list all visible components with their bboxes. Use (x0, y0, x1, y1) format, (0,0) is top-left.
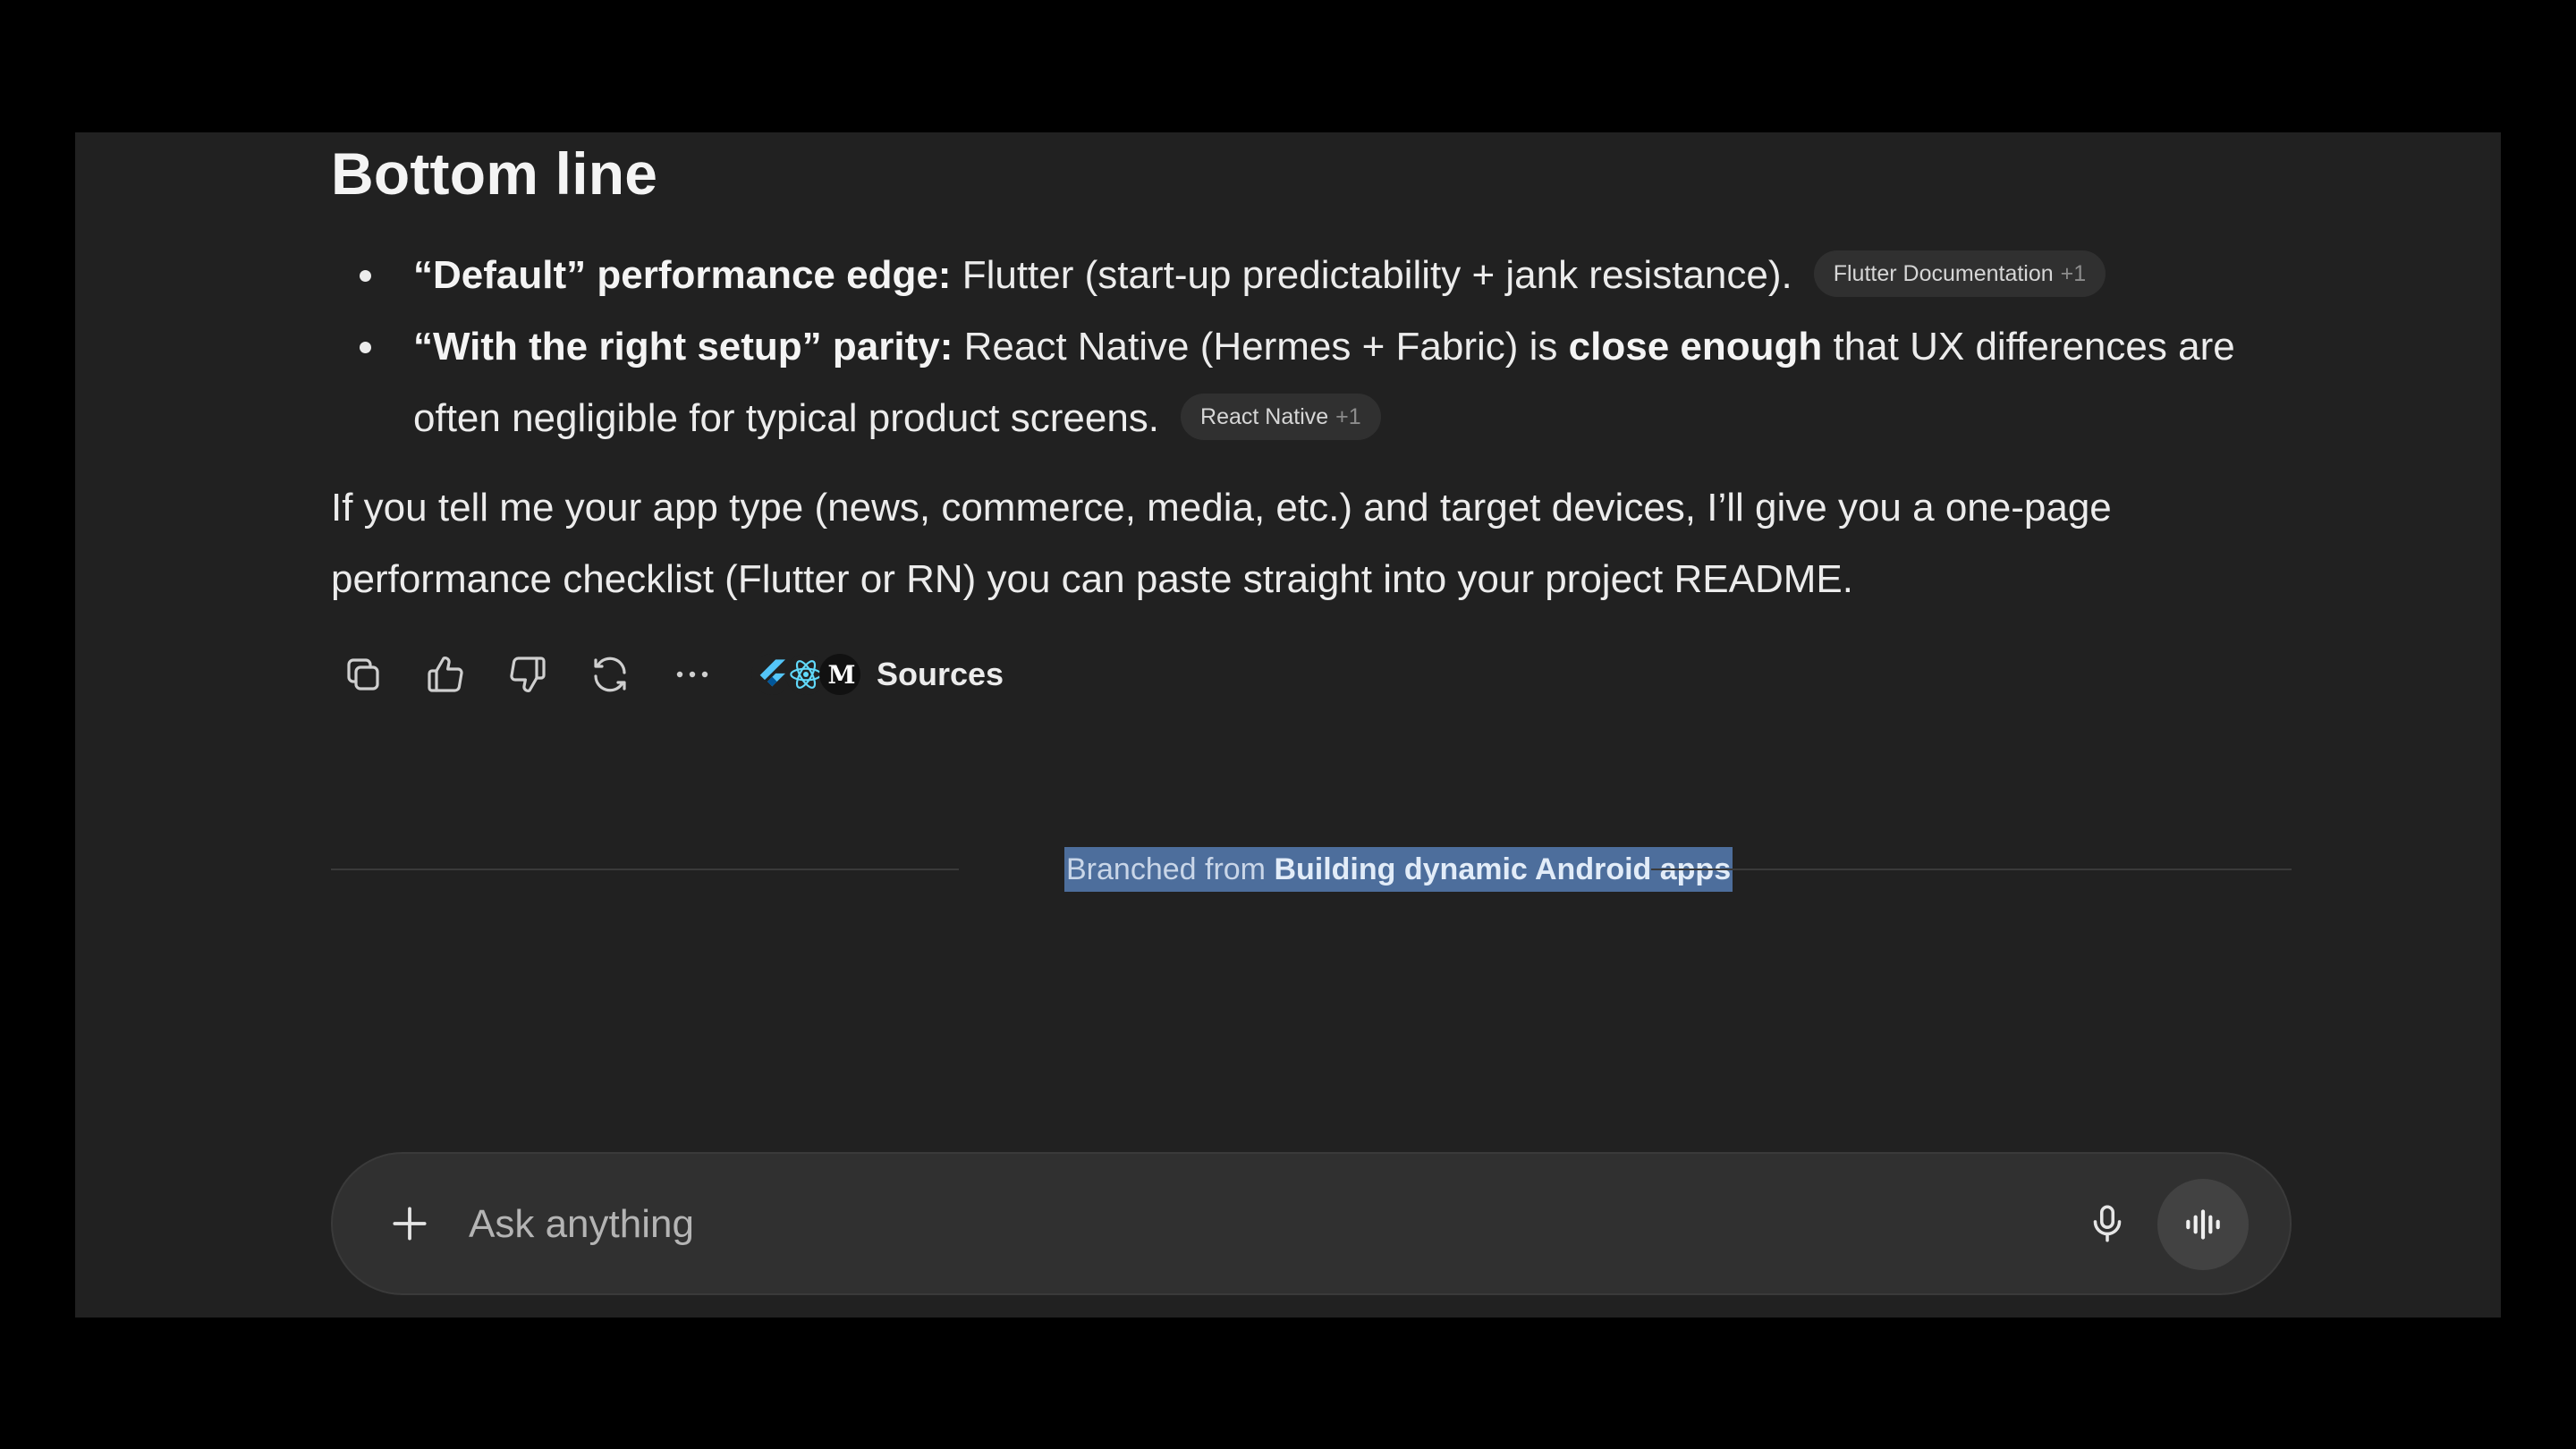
sources-button[interactable]: M Sources (751, 642, 1004, 707)
source-icons: M (751, 652, 860, 697)
bullet-item: “With the right setup” parity: React Nat… (331, 311, 2299, 454)
more-horizontal-icon (676, 671, 708, 678)
citation-count: +1 (1335, 404, 1361, 430)
message-actions: M Sources (331, 642, 1004, 707)
ask-input[interactable] (467, 1188, 2063, 1261)
bullet-text: React Native (Hermes + Fabric) is (953, 325, 1569, 369)
bullet-label: “With the right setup” parity: (413, 325, 953, 369)
branch-divider: Branched from Building dynamic Android a… (331, 840, 2292, 899)
bullet-text: Flutter (start-up predictability + jank … (951, 253, 1792, 297)
divider-line-right (1651, 869, 2292, 870)
voice-mode-button[interactable] (2157, 1179, 2249, 1270)
citation-chip-react-native[interactable]: React Native +1 (1181, 394, 1381, 441)
plus-icon (393, 1207, 427, 1241)
citation-count: +1 (2060, 261, 2087, 287)
section-heading: Bottom line (331, 140, 658, 207)
medium-icon: M (819, 654, 860, 695)
citation-label: React Native (1200, 404, 1329, 430)
dictate-button[interactable] (2073, 1190, 2141, 1258)
voice-waveform-icon (2186, 1209, 2220, 1240)
bullet-label: “Default” performance edge: (413, 253, 952, 297)
bullet-item: “Default” performance edge: Flutter (sta… (331, 240, 2299, 311)
bullet-emphasis: close enough (1568, 325, 1823, 369)
thumbs-up-icon (428, 657, 463, 692)
copy-button[interactable] (331, 642, 395, 707)
more-button[interactable] (660, 642, 724, 707)
refresh-icon (594, 657, 626, 692)
message-composer (331, 1152, 2292, 1295)
copy-icon (347, 658, 379, 691)
branch-prefix: Branched from (1066, 852, 1275, 886)
regenerate-button[interactable] (578, 642, 642, 707)
thumbs-down-icon (510, 657, 546, 692)
citation-label: Flutter Documentation (1833, 261, 2054, 287)
add-attachment-button[interactable] (376, 1190, 444, 1258)
bullet-list: “Default” performance edge: Flutter (sta… (331, 240, 2299, 454)
citation-chip-flutter-documentation[interactable]: Flutter Documentation +1 (1813, 250, 2106, 298)
thumbs-up-button[interactable] (413, 642, 478, 707)
microphone-icon (2093, 1205, 2122, 1242)
thumbs-down-button[interactable] (496, 642, 560, 707)
sources-label: Sources (877, 656, 1004, 692)
chat-window: Bottom line “Default” performance edge: … (75, 132, 2501, 1318)
closing-paragraph: If you tell me your app type (news, comm… (331, 486, 2112, 601)
divider-line-left (331, 869, 959, 870)
branch-notice[interactable]: Branched from Building dynamic Android a… (1064, 847, 1733, 892)
